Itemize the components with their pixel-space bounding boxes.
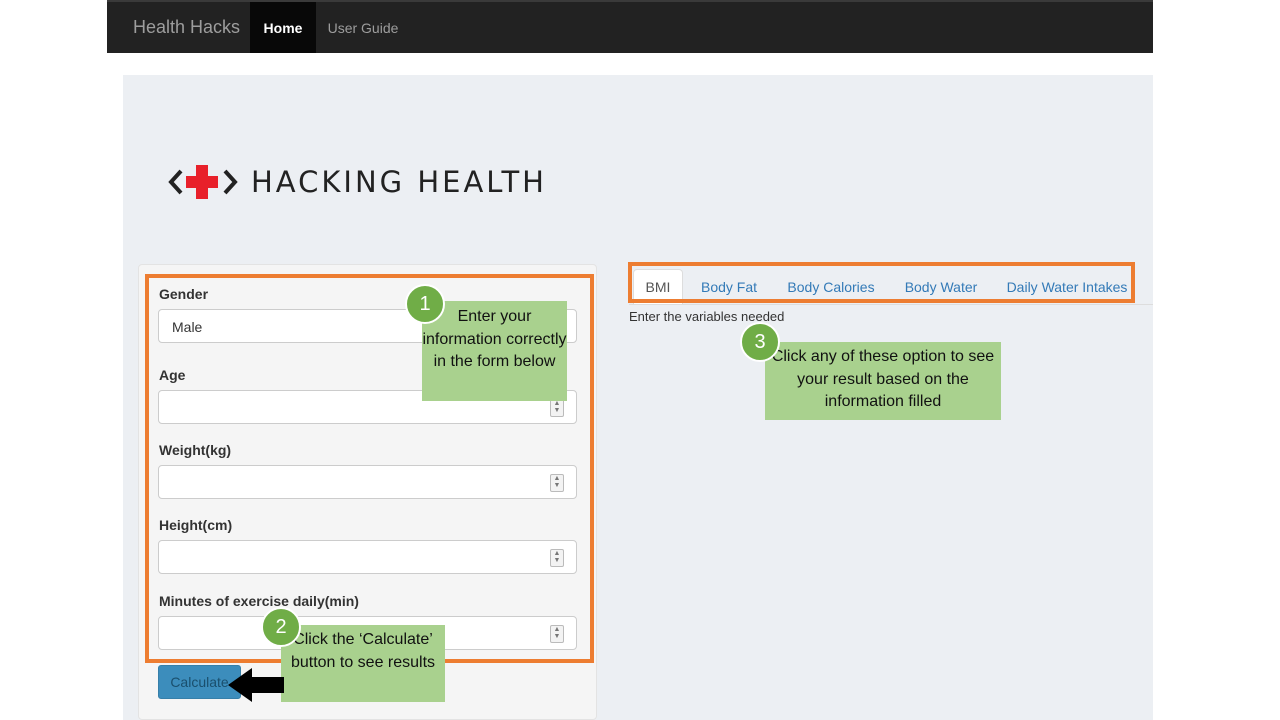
arrow-left-icon xyxy=(228,668,284,702)
hacking-health-logo: HACKING HEALTH xyxy=(167,160,547,204)
navbar-brand[interactable]: Health Hacks xyxy=(133,17,240,38)
nav-item-user-guide[interactable]: User Guide xyxy=(321,2,405,53)
annotation-number-2: 2 xyxy=(261,607,301,647)
annotation-number-1: 1 xyxy=(405,284,445,324)
logo-text: HACKING HEALTH xyxy=(251,165,547,199)
annotation-number-3: 3 xyxy=(740,322,780,362)
nav-item-home[interactable]: Home xyxy=(250,2,316,53)
annotation-note-2: Click the ‘Calculate’ button to see resu… xyxy=(281,625,445,702)
navbar: Health Hacks Home User Guide xyxy=(107,0,1153,53)
tabs-divider xyxy=(629,304,1153,305)
red-cross-logo-icon xyxy=(168,165,238,199)
annotation-note-3: Click any of these option to see your re… xyxy=(765,342,1001,420)
annotation-note-1: Enter your information correctly in the … xyxy=(422,301,567,401)
tabs-highlight-box xyxy=(628,262,1135,303)
